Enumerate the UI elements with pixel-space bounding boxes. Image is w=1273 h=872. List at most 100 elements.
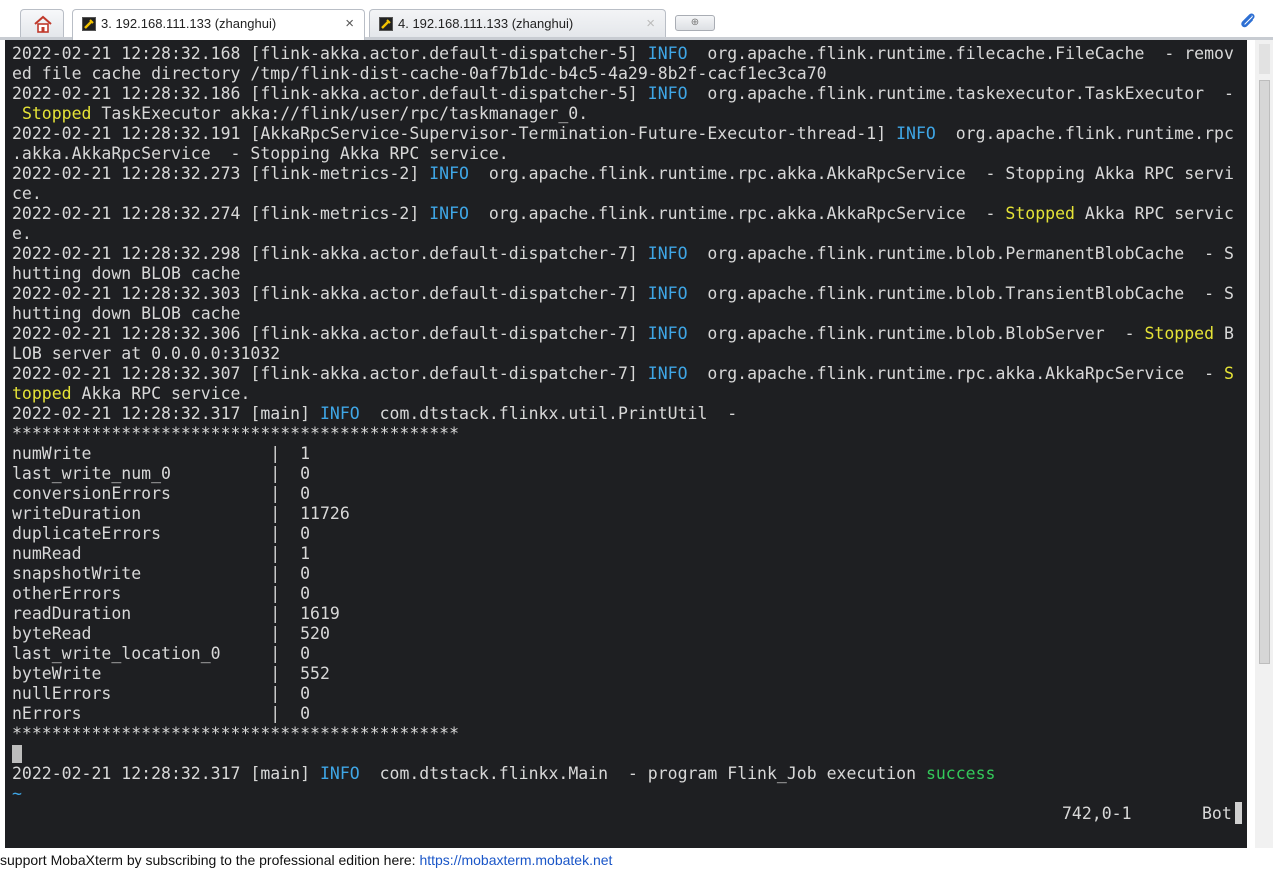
terminal-text-segment: 2022-02-21 12:28:32.317 [main] [12,764,320,783]
terminal-line: e. [12,224,1244,244]
terminal-text-segment: numRead | 1 [12,544,311,563]
terminal-text-segment: INFO [647,364,688,383]
scrollbar-track [1259,44,1270,74]
terminal-text-segment: Akka RPC servic [1074,204,1234,223]
vim-cursor-position: 742,0-1 [1062,804,1132,823]
terminal-text-segment: org.apache.flink.runtime.taskexecutor.Ta… [687,84,1234,103]
terminal-line: .akka.AkkaRpcService - Stopping Akka RPC… [12,144,1244,164]
terminal-text-segment: com.dtstack.flinkx.util.PrintUtil - [359,404,738,423]
terminal-text-segment: ****************************************… [12,424,460,443]
home-icon [34,15,52,33]
tab-bar: 3. 192.168.111.133 (zhanghui) × 4. 192.1… [0,0,1273,40]
terminal-line: hutting down BLOB cache [12,304,1244,324]
terminal-text-segment: 2022-02-21 12:28:32.303 [flink-akka.acto… [12,284,648,303]
terminal-text-segment: topped [12,384,72,403]
terminal-text-segment: INFO [647,284,688,303]
terminal-text-segment: nullErrors | 0 [12,684,311,703]
terminal-text-segment: Stopped [1144,324,1215,343]
terminal-line: numRead | 1 [12,544,1244,564]
terminal-text-segment: numWrite | 1 [12,444,311,463]
terminal-line: 2022-02-21 12:28:32.186 [flink-akka.acto… [12,84,1244,104]
terminal-cursor [12,745,22,763]
terminal-text-segment: INFO [319,404,360,423]
terminal-line: 2022-02-21 12:28:32.168 [flink-akka.acto… [12,44,1244,64]
terminal-line: duplicateErrors | 0 [12,524,1244,544]
tab-close-button[interactable]: × [345,10,354,38]
terminal-line: 2022-02-21 12:28:32.307 [flink-akka.acto… [12,364,1244,384]
terminal-text-segment: B [1214,324,1234,343]
terminal-text-segment: 2022-02-21 12:28:32.273 [flink-metrics-2… [12,164,430,183]
tab-label: 4. 192.168.111.133 (zhanghui) [398,16,574,31]
terminal-line: nErrors | 0 [12,704,1244,724]
terminal-text-segment: last_write_location_0 | 0 [12,644,311,663]
terminal-line: nullErrors | 0 [12,684,1244,704]
terminal-text-segment: 2022-02-21 12:28:32.298 [flink-akka.acto… [12,244,648,263]
terminal-line: 2022-02-21 12:28:32.303 [flink-akka.acto… [12,284,1244,304]
terminal-text-segment: org.apache.flink.runtime.rpc.akka.AkkaRp… [468,204,1006,223]
new-tab-icon: ⊕ [690,17,700,28]
terminal-text-segment: Akka RPC service. [71,384,251,403]
terminal-text-segment: INFO [319,764,360,783]
terminal-text-segment: otherErrors | 0 [12,584,311,603]
terminal-text-segment: 2022-02-21 12:28:32.191 [AkkaRpcService-… [12,124,897,143]
terminal-text-segment: Stopped [1005,204,1075,223]
terminal-text-segment: last_write_num_0 | 0 [12,464,311,483]
terminal-text-segment: org.apache.flink.runtime.rpc.akka.AkkaRp… [468,164,1234,183]
terminal-text-segment: 2022-02-21 12:28:32.307 [flink-akka.acto… [12,364,648,383]
terminal-line: 2022-02-21 12:28:32.191 [AkkaRpcService-… [12,124,1244,144]
terminal-session-icon [379,17,393,31]
terminal-text-segment: e. [12,224,32,243]
terminal-text-segment: S [1223,364,1234,383]
terminal-text-segment: readDuration | 1619 [12,604,340,623]
footer-link[interactable]: https://mobaxterm.mobatek.net [419,852,612,868]
terminal-scroll-indicator [1235,802,1242,824]
scrollbar-thumb[interactable] [1259,80,1270,664]
footer-text: support MobaXterm by subscribing to the … [0,852,420,868]
terminal-line: 2022-02-21 12:28:32.306 [flink-akka.acto… [12,324,1244,344]
terminal-line: ~ [12,784,1244,804]
home-tab[interactable] [20,9,64,37]
tab-close-button[interactable]: × [646,10,655,38]
terminal-line: byteRead | 520 [12,624,1244,644]
terminal-text-segment: byteWrite | 552 [12,664,330,683]
terminal-text-segment: LOB server at 0.0.0.0:31032 [12,344,281,363]
terminal-line [12,744,1244,764]
terminal-text-segment: 2022-02-21 12:28:32.317 [main] [12,404,320,423]
terminal-text-segment: ce. [12,184,42,203]
terminal-text-segment: hutting down BLOB cache [12,304,241,323]
tab-session-3[interactable]: 3. 192.168.111.133 (zhanghui) × [72,9,365,40]
terminal-text-segment: ~ [12,784,22,803]
terminal-text-segment: ed file cache directory /tmp/flink-dist-… [12,64,827,83]
terminal-line: Stopped TaskExecutor akka://flink/user/r… [12,104,1244,124]
terminal-text-segment: Stopped [21,104,92,123]
terminal-text-segment: TaskExecutor akka://flink/user/rpc/taskm… [91,104,589,123]
tab-session-4[interactable]: 4. 192.168.111.133 (zhanghui) × [369,9,666,39]
terminal-text-segment: INFO [647,84,688,103]
terminal-text-segment: writeDuration | 11726 [12,504,350,523]
terminal-text-segment: .akka.AkkaRpcService - Stopping Akka RPC… [12,144,509,163]
terminal-line: writeDuration | 11726 [12,504,1244,524]
terminal-output[interactable]: 2022-02-21 12:28:32.168 [flink-akka.acto… [12,44,1244,804]
terminal-view[interactable]: 2022-02-21 12:28:32.168 [flink-akka.acto… [5,40,1247,848]
terminal-text-segment: 2022-02-21 12:28:32.186 [flink-akka.acto… [12,84,648,103]
tab-label: 3. 192.168.111.133 (zhanghui) [101,16,277,31]
terminal-text-segment: conversionErrors | 0 [12,484,311,503]
terminal-text-segment: INFO [429,164,469,183]
terminal-line: ed file cache directory /tmp/flink-dist-… [12,64,1244,84]
terminal-text-segment: org.apache.flink.runtime.filecache.FileC… [687,44,1234,63]
terminal-text-segment: hutting down BLOB cache [12,264,241,283]
terminal-line: numWrite | 1 [12,444,1244,464]
vim-scroll-position: Bot [1202,804,1232,823]
terminal-line: last_write_location_0 | 0 [12,644,1244,664]
vertical-scrollbar[interactable] [1255,40,1273,848]
terminal-text-segment: INFO [429,204,469,223]
new-tab-button[interactable]: ⊕ [675,15,715,31]
terminal-line: hutting down BLOB cache [12,264,1244,284]
footer-bar: support MobaXterm by subscribing to the … [0,848,1273,870]
terminal-line: 2022-02-21 12:28:32.298 [flink-akka.acto… [12,244,1244,264]
terminal-text-segment: 2022-02-21 12:28:32.306 [flink-akka.acto… [12,324,648,343]
terminal-text-segment: org.apache.flink.runtime.blob.TransientB… [687,284,1234,303]
terminal-text-segment: snapshotWrite | 0 [12,564,311,583]
paperclip-icon[interactable] [1238,12,1258,32]
